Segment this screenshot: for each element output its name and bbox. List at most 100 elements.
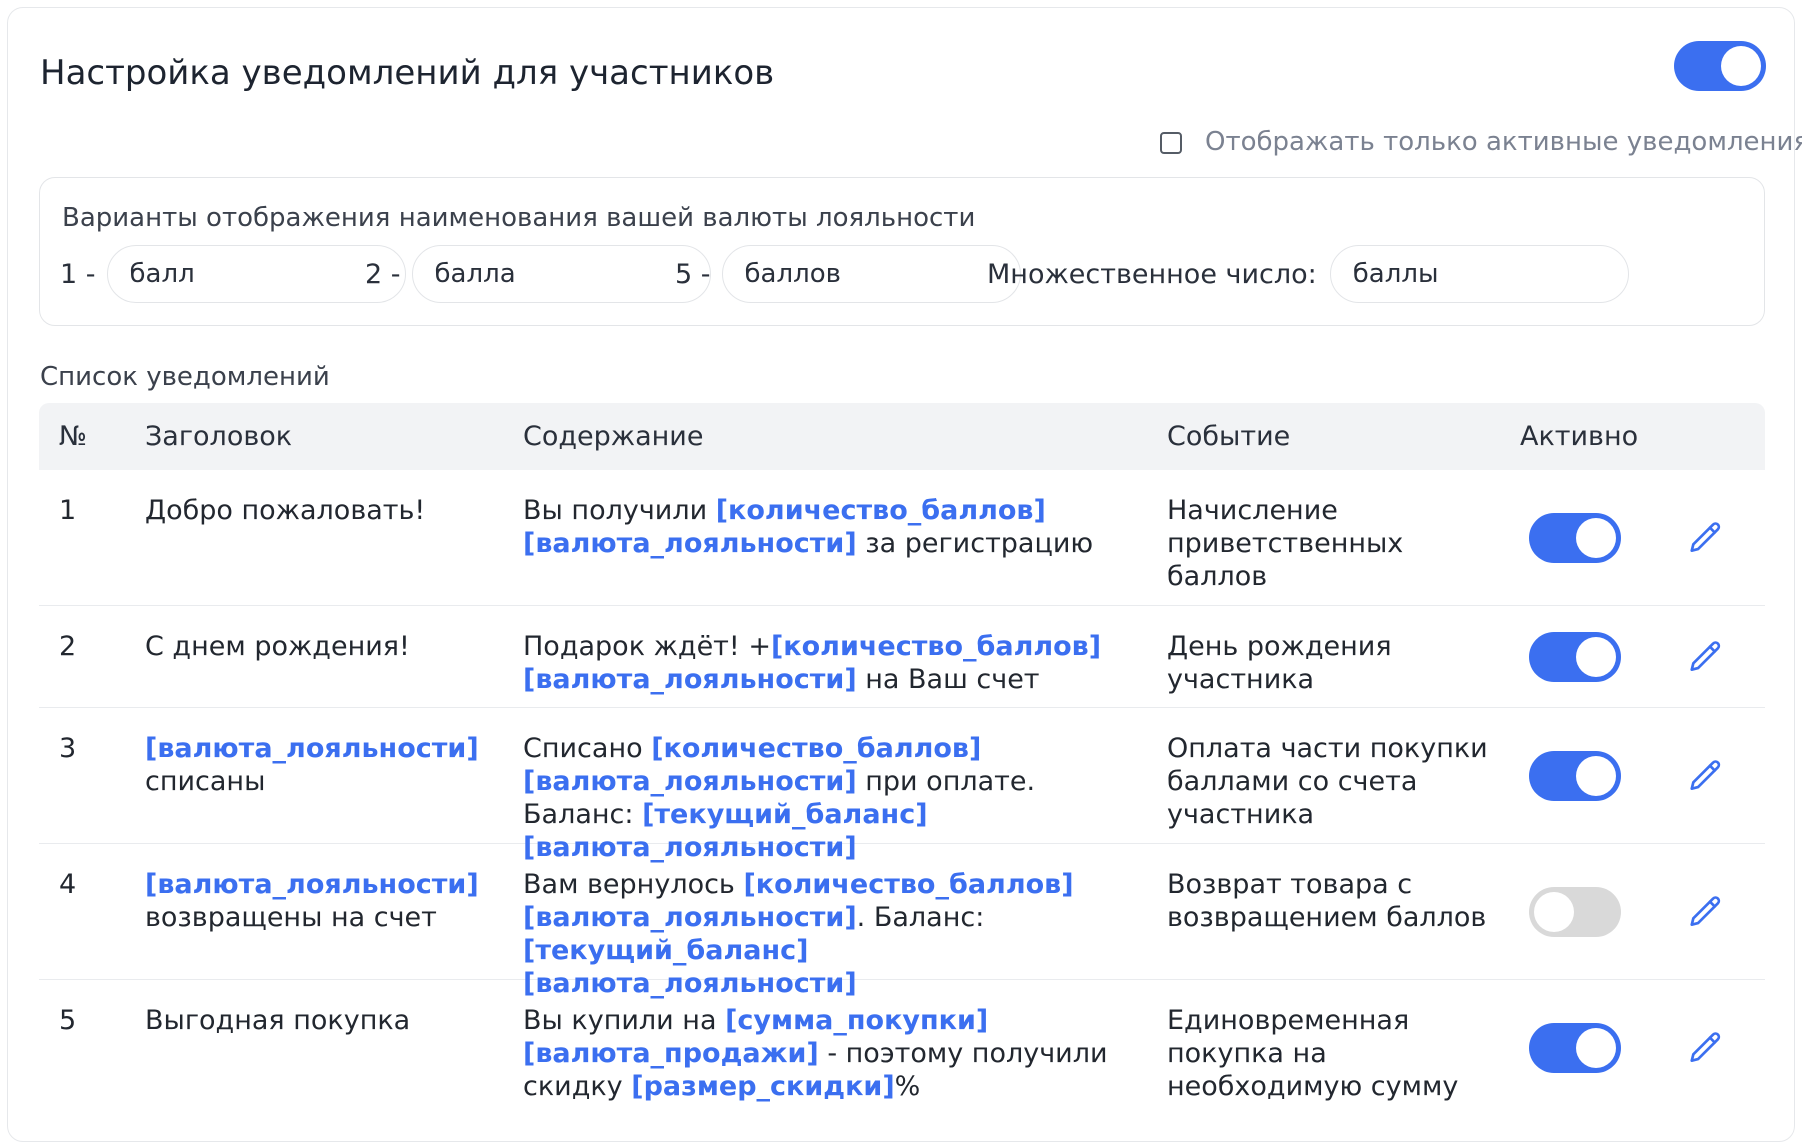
notification-title: Добро пожаловать!: [145, 494, 445, 527]
pencil-icon: [1690, 522, 1721, 553]
template-variable: [размер_скидки]: [631, 1071, 895, 1102]
edit-notification-button[interactable]: [1687, 757, 1725, 795]
active-only-checkbox[interactable]: [1160, 131, 1182, 154]
toggle-knob: [1576, 756, 1616, 796]
currency-names-panel: Варианты отображения наименования вашей …: [39, 177, 1765, 326]
text-segment: . Баланс:: [856, 902, 985, 933]
text-segment: Списано: [523, 733, 652, 764]
template-variable: [валюта_лояльности]: [145, 869, 479, 900]
currency-form-plural-input[interactable]: баллы: [1329, 245, 1629, 303]
pencil-icon: [1690, 641, 1721, 672]
template-variable: [валюта_лояльности]: [145, 733, 479, 764]
notification-active-toggle[interactable]: [1529, 632, 1621, 682]
notifications-list-title: Список уведомлений: [40, 362, 330, 392]
template-variable: [количество_баллов]: [743, 869, 1074, 900]
template-variable: [количество_баллов]: [651, 733, 982, 764]
notification-event: Единовременная покупка на необходимую су…: [1167, 1005, 1459, 1102]
pencil-icon: [1690, 1032, 1721, 1063]
pencil-icon: [1690, 760, 1721, 791]
edit-notification-button[interactable]: [1687, 638, 1725, 676]
text-segment: Вы купили на: [523, 1005, 726, 1036]
notification-event: Оплата части покупки баллами со счета уч…: [1167, 733, 1488, 830]
notification-active-toggle[interactable]: [1529, 887, 1621, 937]
notification-content: Подарок ждёт! +[количество_баллов] [валю…: [523, 630, 1123, 696]
template-variable: [валюта_лояльности]: [523, 766, 857, 797]
text-segment: на Ваш счет: [856, 664, 1040, 695]
currency-form-1-input[interactable]: балл: [106, 245, 406, 303]
row-number: 4: [59, 869, 77, 900]
row-number: 3: [59, 733, 77, 764]
text-segment: списаны: [145, 766, 266, 797]
text-segment: Подарок ждёт! +: [523, 631, 771, 662]
toggle-knob: [1721, 46, 1761, 86]
notification-event: Возврат товара с возвращением баллов: [1167, 869, 1487, 933]
notification-title: С днем рождения!: [145, 630, 445, 663]
active-only-label: Отображать только активные уведомления: [1205, 127, 1802, 157]
table-row: 2 С днем рождения! Подарок ждёт! +[количес…: [39, 606, 1765, 708]
pencil-icon: [1690, 896, 1721, 927]
page-title: Настройка уведомлений для участников: [40, 53, 775, 93]
currency-names-title: Варианты отображения наименования вашей …: [62, 203, 976, 233]
text-segment: возвращены на счет: [145, 902, 437, 933]
notification-active-toggle[interactable]: [1529, 751, 1621, 801]
template-variable: [сумма_покупки]: [725, 1005, 989, 1036]
notifications-master-toggle[interactable]: [1674, 41, 1766, 91]
text-segment: Выгодная покупка: [145, 1005, 411, 1036]
text-segment: С днем рождения!: [145, 631, 410, 662]
table-row: 5 Выгодная покупка Вы купили на [сумма_пок…: [39, 980, 1765, 1115]
column-event: Событие: [1167, 421, 1291, 452]
template-variable: [валюта_лояльности]: [523, 664, 857, 695]
currency-form-label: 5 -: [675, 258, 711, 290]
notification-content: Вы купили на [сумма_покупки] [валюта_про…: [523, 1004, 1123, 1103]
notification-title: [валюта_лояльности] списаны: [145, 732, 479, 798]
template-variable: [количество_баллов]: [770, 631, 1102, 662]
column-num: №: [59, 421, 88, 452]
column-content: Содержание: [523, 421, 704, 452]
table-row: 4 [валюта_лояльности] возвращены на счет В…: [39, 844, 1765, 999]
table-row: 1 Добро пожаловать! Вы получили [количеств…: [39, 470, 1765, 606]
notification-event: Начисление приветственных баллов: [1167, 495, 1404, 592]
currency-form-5: 5 - баллов: [675, 245, 1021, 303]
toggle-knob: [1576, 637, 1616, 677]
template-variable: [валюта_лояльности]: [523, 528, 857, 559]
text-segment: Вам вернулось: [523, 869, 744, 900]
notification-settings-card: Настройка уведомлений для участников Ото…: [7, 7, 1802, 1142]
text-segment: Вы получили: [523, 495, 716, 526]
currency-form-2: 2 - балла: [365, 245, 711, 303]
currency-form-label: Множественное число:: [987, 258, 1317, 290]
template-variable: [количество_баллов]: [715, 495, 1046, 526]
edit-notification-button[interactable]: [1687, 1029, 1725, 1067]
active-only-filter[interactable]: Отображать только активные уведомления: [1160, 126, 1802, 159]
currency-form-label: 1 -: [60, 258, 96, 290]
notification-active-toggle[interactable]: [1529, 1023, 1621, 1073]
row-number: 5: [59, 1005, 77, 1036]
row-number: 1: [59, 495, 77, 526]
currency-form-2-input[interactable]: балла: [411, 245, 711, 303]
edit-notification-button[interactable]: [1687, 519, 1725, 557]
table-header: № Заголовок Содержание Событие Активно: [39, 403, 1765, 470]
text-segment: %: [894, 1071, 921, 1102]
column-title: Заголовок: [145, 421, 293, 452]
notification-title: [валюта_лояльности] возвращены на счет: [145, 868, 479, 934]
toggle-knob: [1534, 892, 1574, 932]
notification-active-toggle[interactable]: [1529, 513, 1621, 563]
notification-title: Выгодная покупка: [145, 1004, 445, 1037]
currency-form-1: 1 - балл: [60, 245, 406, 303]
notification-event: День рождения участника: [1167, 631, 1392, 695]
toggle-knob: [1576, 518, 1616, 558]
notification-content: Вы получили [количество_баллов] [валюта_…: [523, 494, 1123, 560]
toggle-knob: [1576, 1028, 1616, 1068]
template-variable: [валюта_продажи]: [523, 1038, 819, 1069]
edit-notification-button[interactable]: [1687, 893, 1725, 931]
row-number: 2: [59, 631, 77, 662]
table-row: 3 [валюта_лояльности] списаны Списано [кол…: [39, 708, 1765, 863]
column-active: Активно: [1520, 421, 1639, 452]
currency-form-label: 2 -: [365, 258, 401, 290]
template-variable: [текущий_баланс]: [642, 799, 928, 830]
template-variable: [валюта_лояльности]: [523, 902, 857, 933]
text-segment: Добро пожаловать!: [145, 495, 426, 526]
currency-form-5-input[interactable]: баллов: [721, 245, 1021, 303]
text-segment: за регистрацию: [856, 528, 1094, 559]
currency-form-plural: Множественное число: баллы: [987, 245, 1629, 303]
template-variable: [текущий_баланс]: [523, 935, 809, 966]
